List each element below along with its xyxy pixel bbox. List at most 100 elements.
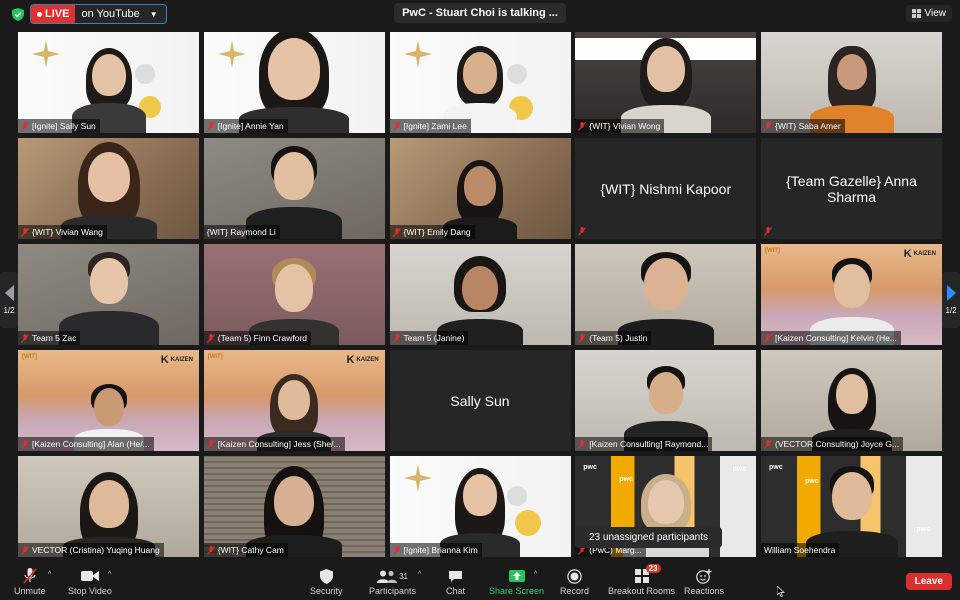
record-button[interactable]: Record (560, 568, 589, 596)
video-tile[interactable]: (VECTOR Consulting) Joyce G... (761, 350, 942, 451)
zoom-meeting-window: LIVE on YouTube ▼ PwC - Stuart Choi is t… (0, 0, 960, 600)
shield-icon (319, 568, 333, 584)
video-tile[interactable]: (Team 5) Finn Crawford (203, 244, 385, 345)
view-button[interactable]: View (905, 5, 952, 22)
participant-name-tag: {WIT} Vivian Wong (575, 119, 665, 133)
mic-muted-icon (206, 439, 215, 449)
participant-name-tag: {WIT} Vivian Wang (18, 225, 107, 239)
live-badge: LIVE (31, 5, 76, 23)
participant-name-tag: [Ignite] Sally Sun (18, 119, 100, 133)
participant-name-tag: {WIT} Saba Amer (761, 119, 845, 133)
video-tile[interactable]: {WIT} Emily Dang (389, 138, 571, 239)
security-button[interactable]: Security (310, 568, 343, 596)
video-tile[interactable]: Team 5 (Janine) (389, 244, 571, 345)
video-tile[interactable]: Sally Sun (389, 350, 571, 451)
video-tile[interactable]: [Ignite] Brianna Kim (389, 456, 571, 557)
wit-logo: [WIT] (765, 248, 780, 254)
participant-face (647, 480, 684, 524)
pwc-logo: pwc (769, 464, 783, 471)
chat-button[interactable]: Chat (446, 568, 465, 596)
participant-name-tag: [Kaizen Consulting] Raymond... (575, 437, 713, 451)
participant-name: (VECTOR Consulting) Joyce G... (775, 439, 900, 449)
video-tile[interactable]: VECTOR (Cristina) Yuqing Huang (18, 456, 199, 557)
kaizen-logo: K KAIZEN (160, 354, 193, 366)
video-tile[interactable]: {WIT} Cathy Cam (203, 456, 385, 557)
video-tile[interactable]: {WIT} Nishmi Kapoor (575, 138, 757, 239)
video-tile[interactable]: pwc pwc pwc William Soehendra (761, 456, 942, 557)
participant-face (463, 52, 497, 94)
video-tile[interactable]: [Kaizen Consulting] Raymond... (575, 350, 757, 451)
mic-muted-icon (21, 121, 29, 131)
unmute-button[interactable]: Unmute (14, 568, 46, 596)
breakout-icon-wrap: 23 (634, 564, 661, 584)
video-tile[interactable]: {WIT} Vivian Wong (575, 32, 757, 133)
ignite-logo-icon (403, 40, 432, 68)
participant-face (648, 372, 683, 414)
participant-name-tag: [Kaizen Consulting] Kelvin (He... (761, 331, 901, 345)
kaizen-logo: K KAIZEN (346, 354, 379, 366)
participant-face (278, 380, 311, 420)
smiley-plus-icon (696, 568, 712, 584)
participant-face (643, 258, 688, 310)
video-tile[interactable]: (Team 5) Justin (575, 244, 757, 345)
video-tile[interactable]: [WIT] K KAIZEN [Kaizen Consulting] Alan (… (18, 350, 199, 451)
ignite-logo-icon (217, 40, 246, 68)
participant-name: (Team 5) Justin (589, 333, 648, 343)
participant-name: [Ignite] Brianna Kim (403, 545, 478, 555)
video-tile[interactable]: [WIT] K KAIZEN [Kaizen Consulting] Kelvin… (761, 244, 942, 345)
video-tile[interactable]: {WIT} Saba Amer (761, 32, 942, 133)
video-tile[interactable]: {Team Gazelle} Anna Sharma (761, 138, 942, 239)
participant-face (88, 480, 129, 528)
participant-display-name: Sally Sun (450, 392, 510, 409)
participant-name: {WIT} Raymond Li (206, 227, 276, 237)
video-gallery: [Ignite] Sally Sun [Ignite] Annie Yan [I… (18, 32, 942, 560)
breakout-rooms-button[interactable]: 23 Breakout Rooms (608, 564, 675, 596)
previous-page-button[interactable]: 1/2 (0, 272, 18, 328)
participant-name: {WIT} Vivian Wong (589, 121, 661, 131)
participant-face (463, 474, 497, 516)
participant-face (646, 46, 685, 92)
mic-muted-icon (578, 227, 587, 236)
participants-button[interactable]: 31 Participants (369, 568, 416, 596)
participant-display-name: {Team Gazelle} Anna Sharma (786, 172, 917, 205)
decor-circle (514, 510, 541, 536)
live-destination-dropdown[interactable]: on YouTube ▼ (75, 5, 166, 23)
participant-name-tag: [Ignite] Annie Yan (203, 119, 288, 133)
mic-muted-icon (206, 121, 215, 131)
video-tile[interactable]: [Ignite] Sally Sun (18, 32, 199, 133)
chat-label: Chat (446, 586, 466, 596)
chevron-up-icon[interactable]: ^ (418, 571, 421, 578)
record-label: Record (560, 586, 590, 596)
video-tile[interactable]: [Ignite] Zami Lee (389, 32, 571, 133)
participant-face (831, 472, 872, 520)
kaizen-logo: K KAIZEN (903, 248, 936, 260)
leave-button[interactable]: Leave (905, 573, 952, 590)
stop-video-button[interactable]: Stop Video (68, 568, 112, 596)
chevron-up-icon[interactable]: ^ (48, 571, 51, 578)
video-tile[interactable]: {WIT} Vivian Wang (18, 138, 199, 239)
participant-face (836, 54, 867, 90)
decor-circle (135, 64, 155, 84)
next-page-button[interactable]: 1/2 (942, 272, 960, 328)
reactions-button[interactable]: Reactions (684, 568, 724, 596)
wit-logo: [WIT] (22, 354, 37, 360)
pwc-logo: pwc (732, 466, 747, 473)
chevron-up-icon[interactable]: ^ (108, 571, 111, 578)
mic-muted-icon (578, 333, 587, 343)
video-tile[interactable]: {WIT} Raymond Li (203, 138, 385, 239)
breakout-rooms-badge: 23 (645, 564, 661, 573)
mic-muted-icon (578, 121, 587, 131)
video-tile[interactable]: [WIT] K KAIZEN [Kaizen Consulting] Jess (… (203, 350, 385, 451)
participant-name: {WIT} Emily Dang (403, 227, 471, 237)
participant-name: [Kaizen Consulting] Kelvin (He... (775, 333, 897, 343)
video-tile[interactable]: [Ignite] Annie Yan (203, 32, 385, 133)
video-tile[interactable]: Team 5 Zac (18, 244, 199, 345)
participant-name: [Kaizen Consulting] Jess (She/... (217, 439, 341, 449)
live-stream-indicator[interactable]: LIVE on YouTube ▼ (30, 4, 167, 24)
participant-name: Team 5 Zac (32, 333, 77, 343)
participant-name-tag: (Team 5) Finn Crawford (203, 331, 312, 345)
chevron-up-icon[interactable]: ^ (534, 571, 537, 578)
participant-face (274, 152, 315, 200)
shield-icon[interactable] (12, 8, 24, 21)
unassigned-participants-toast[interactable]: 23 unassigned participants (575, 527, 722, 548)
